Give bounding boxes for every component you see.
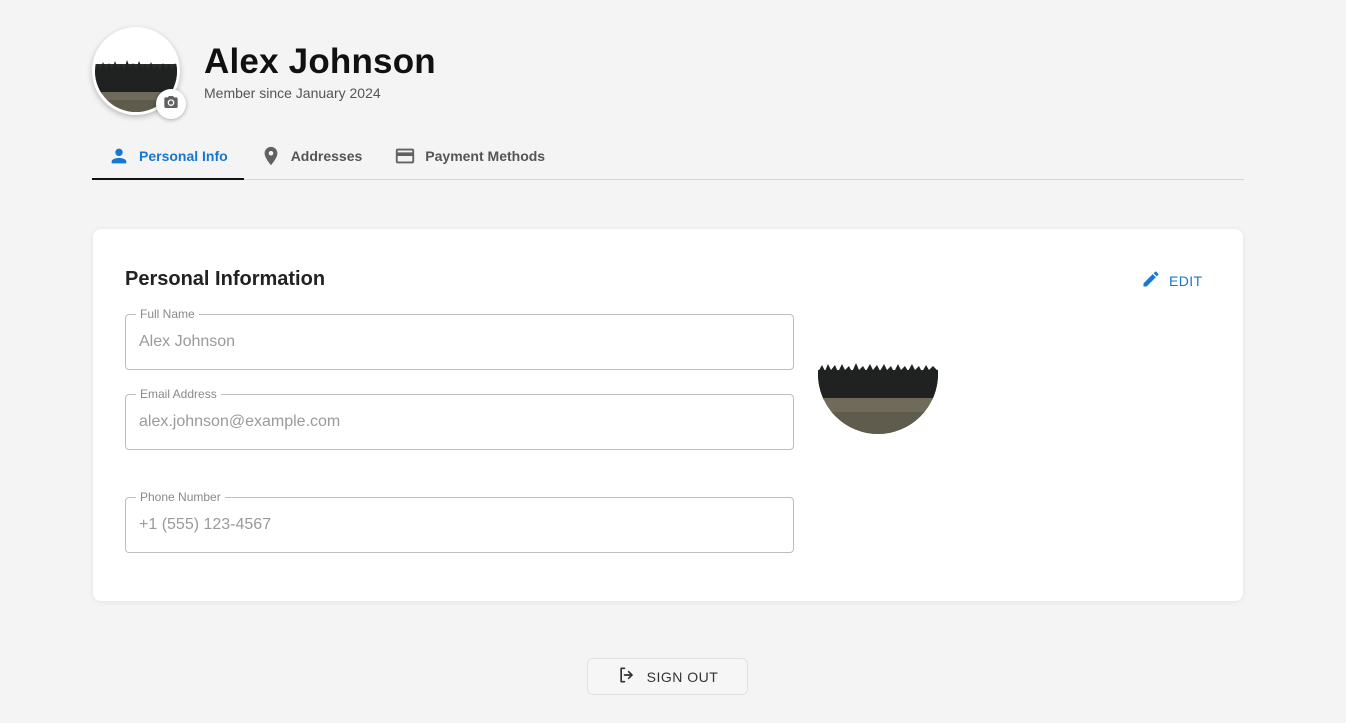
camera-icon bbox=[163, 94, 179, 115]
location-pin-icon bbox=[260, 145, 282, 167]
field-label: Full Name bbox=[136, 307, 199, 321]
edit-button[interactable]: EDIT bbox=[1141, 269, 1203, 292]
field-label: Phone Number bbox=[136, 490, 225, 504]
tab-label: Personal Info bbox=[139, 147, 228, 164]
field-value: +1 (555) 123-4567 bbox=[139, 516, 272, 533]
edit-label: EDIT bbox=[1169, 272, 1203, 289]
sign-out-label: SIGN OUT bbox=[646, 668, 719, 685]
phone-field[interactable]: Phone Number +1 (555) 123-4567 bbox=[125, 490, 794, 553]
avatar-container bbox=[92, 27, 186, 119]
credit-card-icon bbox=[394, 145, 416, 167]
sign-out-button[interactable]: SIGN OUT bbox=[587, 658, 748, 695]
profile-tabs: Personal Info Addresses Payment Methods bbox=[92, 132, 1244, 180]
tab-label: Addresses bbox=[290, 147, 363, 164]
full-name-field[interactable]: Full Name Alex Johnson bbox=[125, 307, 794, 370]
avatar-preview-photo bbox=[818, 363, 938, 434]
user-name: Alex Johnson bbox=[204, 42, 436, 81]
avatar-preview bbox=[818, 354, 938, 434]
tab-label: Payment Methods bbox=[425, 147, 546, 164]
field-value: Alex Johnson bbox=[139, 333, 236, 350]
tab-personal-info[interactable]: Personal Info bbox=[92, 132, 244, 180]
change-avatar-button[interactable] bbox=[156, 89, 186, 119]
pencil-icon bbox=[1141, 269, 1161, 292]
email-field[interactable]: Email Address alex.johnson@example.com bbox=[125, 387, 794, 450]
person-icon bbox=[108, 145, 130, 167]
member-since: Member since January 2024 bbox=[204, 85, 381, 101]
field-label: Email Address bbox=[136, 387, 221, 401]
tab-payment-methods[interactable]: Payment Methods bbox=[378, 132, 561, 179]
tab-addresses[interactable]: Addresses bbox=[244, 132, 379, 179]
profile-page: Alex Johnson Member since January 2024 P… bbox=[0, 0, 1346, 723]
card-title: Personal Information bbox=[125, 268, 326, 290]
personal-info-card: Personal Information EDIT Full Name Alex… bbox=[93, 229, 1243, 601]
field-value: alex.johnson@example.com bbox=[139, 413, 341, 430]
logout-icon bbox=[617, 665, 637, 688]
